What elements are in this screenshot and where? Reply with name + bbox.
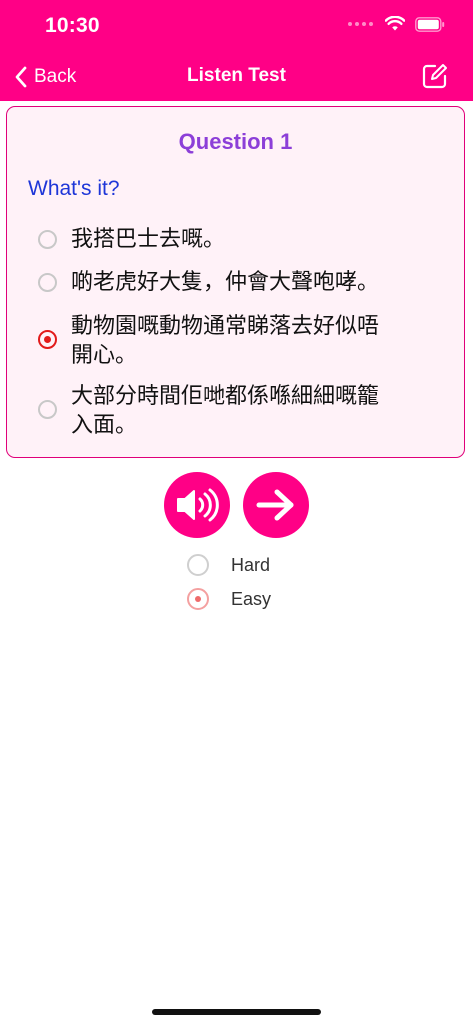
status-time: 10:30 — [45, 14, 100, 37]
answer-radio-selected[interactable] — [38, 330, 57, 349]
answer-text: 啲老虎好大隻，仲會大聲咆哮。 — [71, 270, 380, 295]
edit-icon — [422, 64, 447, 89]
next-question-button[interactable] — [243, 472, 309, 538]
answer-option-2[interactable]: 啲老虎好大隻，仲會大聲咆哮。 — [38, 268, 438, 297]
status-icons — [348, 16, 445, 32]
navigation-header: 10:30 Back Listen Test — [0, 0, 473, 101]
difficulty-label: Hard — [231, 554, 271, 575]
answer-text: 動物園嘅動物通常睇落去好似唔開心。 — [71, 314, 380, 368]
page-title: Listen Test — [187, 65, 286, 86]
wifi-icon — [385, 16, 405, 31]
edit-button[interactable] — [421, 62, 449, 90]
battery-icon — [415, 16, 445, 32]
answer-radio[interactable] — [38, 400, 57, 419]
answer-text: 大部分時間佢哋都係喺細細嘅籠入面。 — [71, 384, 380, 438]
answer-option-3[interactable]: 動物園嘅動物通常睇落去好似唔開心。 — [38, 312, 398, 370]
speaker-icon — [177, 488, 219, 522]
arrow-right-icon — [256, 489, 294, 521]
home-indicator — [152, 1009, 321, 1015]
answer-radio[interactable] — [38, 273, 57, 292]
answer-option-1[interactable]: 我搭巴士去嘅。 — [38, 225, 438, 254]
answer-radio[interactable] — [38, 230, 57, 249]
question-title: Question 1 — [178, 129, 293, 154]
difficulty-easy-option[interactable]: Easy — [187, 588, 271, 610]
difficulty-hard-option[interactable]: Hard — [187, 554, 270, 576]
question-prompt: What's it? — [28, 177, 120, 200]
difficulty-label: Easy — [231, 588, 272, 609]
question-card: Question 1 What's it? 我搭巴士去嘅。 啲老虎好大隻，仲會大… — [6, 106, 465, 458]
answer-text: 我搭巴士去嘅。 — [71, 227, 226, 252]
answer-option-4[interactable]: 大部分時間佢哋都係喺細細嘅籠入面。 — [38, 382, 398, 440]
play-audio-button[interactable] — [164, 472, 230, 538]
difficulty-radio[interactable] — [187, 554, 209, 576]
signal-icon — [348, 22, 373, 26]
difficulty-radio-selected[interactable] — [187, 588, 209, 610]
